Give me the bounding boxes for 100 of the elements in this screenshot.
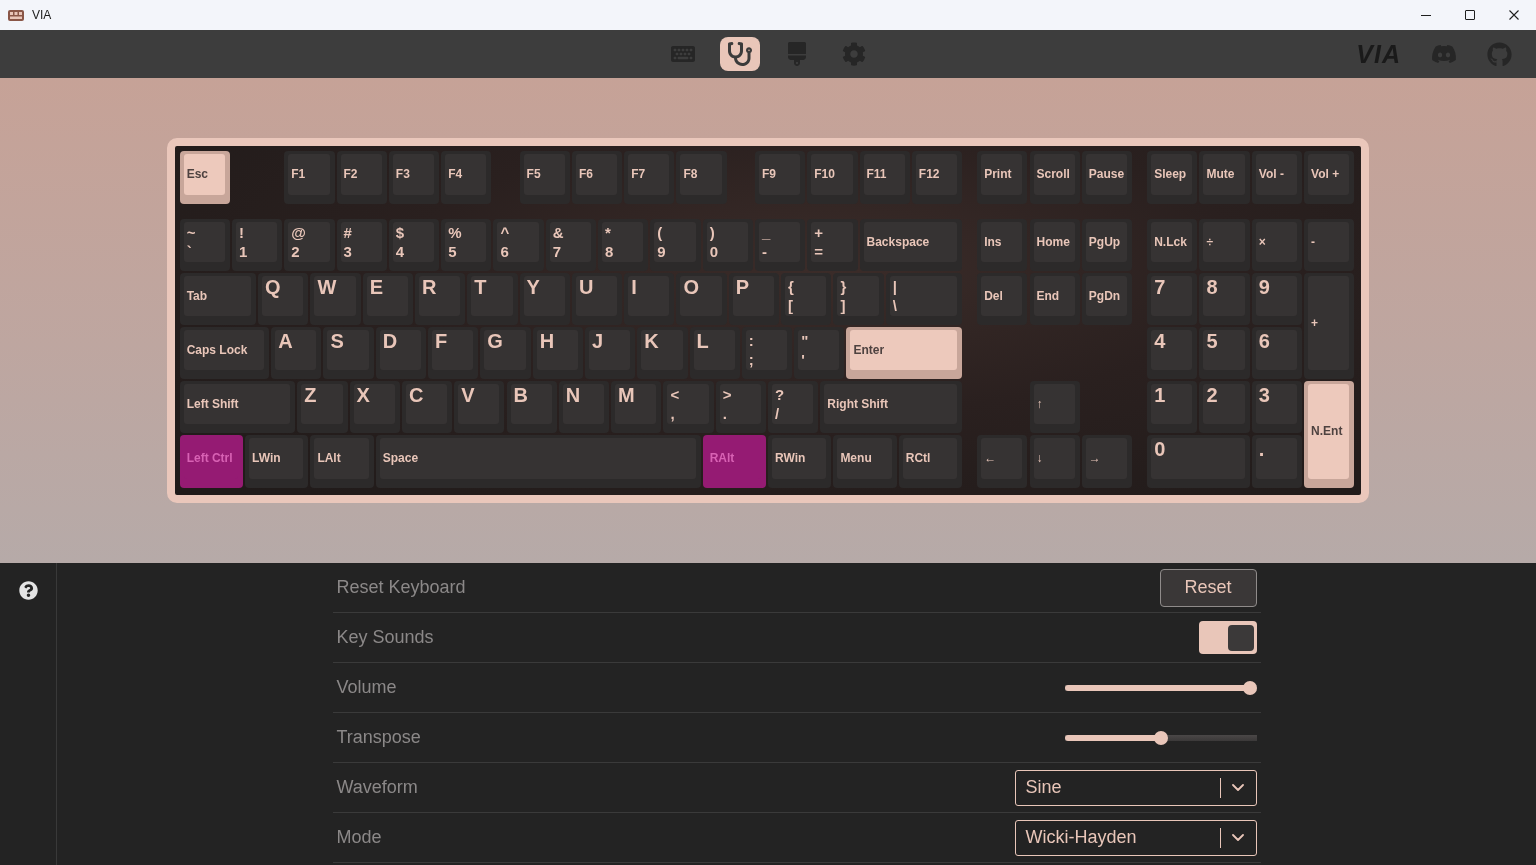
key-legend: I [631,276,637,300]
key-legend: ; [748,350,754,370]
key-legend: 9 [1258,276,1270,300]
setting-label: Volume [336,677,397,698]
shift-legend: $ [395,223,405,243]
key-legend: 5 [448,242,457,262]
setting-label: Mode [336,827,382,848]
shift-legend: # [343,223,352,243]
slider-thumb[interactable] [1242,680,1257,695]
key-legend: X [356,384,370,408]
key-legend: Left Shift [186,396,239,412]
key-legend: × [1258,234,1266,250]
chevron-down-icon [1231,834,1244,841]
shift-legend: } [840,277,847,297]
shift-legend: " [801,331,809,351]
maximize-icon [1465,10,1475,20]
shift-legend: : [748,331,754,351]
key-legend: End [1036,288,1060,304]
key-legend: L [696,330,709,354]
key-legend: F2 [343,167,358,182]
key-legend: PgUp [1088,234,1121,250]
key-legend: F7 [631,167,646,182]
key-legend: - [1311,234,1316,250]
key-legend: S [330,330,344,354]
key-legend: RWin [775,451,806,466]
key-legend: - [761,242,767,262]
key-legend: Print [984,167,1012,182]
key-legend: Enter [853,342,885,358]
help-icon[interactable] [18,581,38,600]
key-legend: O [683,276,700,300]
key-legend: N.Ent [1311,423,1343,439]
dropdown[interactable]: Wicki-Hayden [1014,819,1257,856]
key-legend: 1 [238,242,248,262]
shift-legend: | [892,277,897,297]
key-legend: C [408,384,424,408]
key-legend: 0 [1154,438,1166,462]
stethoscope-icon [727,42,752,66]
shift-legend: ? [775,385,785,405]
key-legend: F6 [578,167,593,182]
key-legend: . [722,404,727,424]
key-legend: F5 [526,167,541,182]
key-legend: Y [526,276,540,300]
key-legend: 3 [343,242,352,262]
key-legend: RAlt [709,451,735,466]
shift-legend: > [722,385,732,405]
key-legend: ↑ [1036,396,1043,412]
key-legend: 7 [1154,276,1166,300]
key-legend: F [435,330,448,354]
key-legend: F10 [814,167,835,182]
key-legend: 6 [1258,330,1270,354]
key-legend: Space [382,451,419,466]
setting-label: Transpose [336,727,421,748]
dropdown[interactable]: Sine [1014,769,1257,806]
key-legend: M [618,384,635,408]
key-legend: 2 [1206,384,1218,408]
key-legend: 0 [709,242,718,262]
shift-legend: @ [291,223,306,243]
key-legend: H [539,330,555,354]
key-legend: N.Lck [1154,234,1187,250]
key-legend: LWin [252,451,281,466]
key-legend: F11 [866,167,887,182]
key-legend: K [644,330,659,354]
slider-thumb[interactable] [1153,730,1168,745]
shift-legend: * [605,223,611,243]
key-legend: Scroll [1036,167,1070,182]
key-legend: 7 [552,242,562,262]
key-legend: [ [788,296,794,316]
setting-label: Reset Keyboard [336,577,466,598]
nav-tab[interactable] [719,37,760,71]
key-legend: = [814,242,823,262]
shift-legend: _ [761,223,771,243]
key-legend: Esc [186,167,208,182]
key-legend: Left Ctrl [186,451,233,466]
key-legend: 2 [291,242,300,262]
key-legend: D [382,330,398,354]
key-legend: 8 [1206,276,1218,300]
key-legend: F12 [918,167,940,182]
reset-button[interactable]: Reset [1159,568,1257,607]
key-legend: LAlt [317,451,341,466]
app-icon [8,8,24,22]
key-legend: Home [1036,234,1070,250]
window-title: VIA [32,8,52,22]
key-legend: 4 [395,242,405,262]
key-legend: R [421,276,437,300]
key-legend: 1 [1154,384,1166,408]
key-legend: V [461,384,475,408]
key-legend: G [487,330,503,354]
shift-legend: { [788,277,794,297]
key-legend: 9 [657,242,666,262]
key-legend: Pause [1088,167,1125,182]
key-legend: 6 [500,242,509,262]
key-legend: , [670,404,675,424]
shift-legend: ) [709,223,715,243]
key-legend: T [474,276,487,300]
key-legend: ' [801,350,805,370]
toggle-switch[interactable] [1198,621,1257,654]
key-legend: \ [892,296,897,316]
key-legend: Mute [1206,167,1235,182]
key-legend: . [1258,438,1265,462]
key-legend: ↓ [1036,451,1043,466]
